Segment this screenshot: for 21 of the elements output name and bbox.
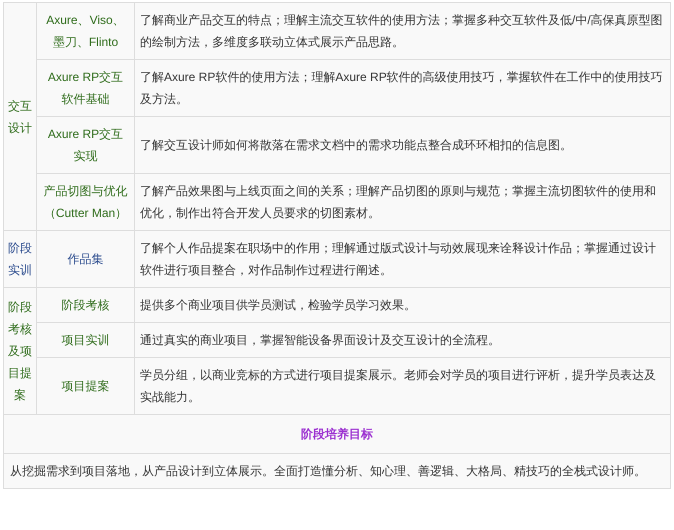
group-label: 阶段实训	[8, 241, 32, 277]
goal-text: 从挖掘需求到项目落地，从产品设计到立体展示。全面打造懂分析、知心理、善逻辑、大格局、精技巧的全栈式设计师。	[10, 464, 646, 478]
course-name: Axure RP交互软件基础	[48, 70, 124, 106]
course-name: 产品切图与优化（Cutter Man）	[44, 184, 128, 220]
course-name: 作品集	[68, 252, 104, 266]
course-name: 项目实训	[62, 333, 110, 347]
course-description: 了解商业产品交互的特点；理解主流交互软件的使用方法；掌握多种交互软件及低/中/高保真原型图的绘制方法，多维度多联动立体式展示产品思路。	[140, 13, 663, 49]
course-description: 学员分组，以商业竞标的方式进行项目提案展示。老师会对学员的项目进行评析，提升学员表达及实战能力。	[140, 368, 656, 404]
course-description: 了解Axure RP软件的使用方法；理解Axure RP软件的高级使用技巧，掌握软件在工作中的使用技巧及方法。	[140, 70, 663, 106]
course-name: 阶段考核	[62, 298, 110, 312]
group-label: 阶段考核及项目提案	[8, 300, 32, 402]
course-description: 了解交互设计师如何将散落在需求文档中的需求功能点整合成环环相扣的信息图。	[140, 138, 572, 152]
course-name: Axure、Viso、墨刀、Flinto	[46, 13, 125, 49]
section-heading: 阶段培养目标	[301, 427, 373, 441]
course-description: 提供多个商业项目供学员测试，检验学员学习效果。	[140, 298, 416, 312]
course-name: Axure RP交互实现	[48, 127, 124, 163]
course-description: 了解个人作品提案在职场中的作用；理解通过版式设计与动效展现来诠释设计作品；掌握通过设计软件进行项目整合，对作品制作过程进行阐述。	[140, 241, 656, 277]
course-description: 了解产品效果图与上线页面之间的关系；理解产品切图的原则与规范；掌握主流切图软件的使用和优化，制作出符合开发人员要求的切图素材。	[140, 184, 656, 220]
group-label: 交互设计	[8, 98, 32, 134]
course-name: 项目提案	[62, 379, 110, 393]
course-description: 通过真实的商业项目，掌握智能设备界面设计及交互设计的全流程。	[140, 333, 500, 347]
